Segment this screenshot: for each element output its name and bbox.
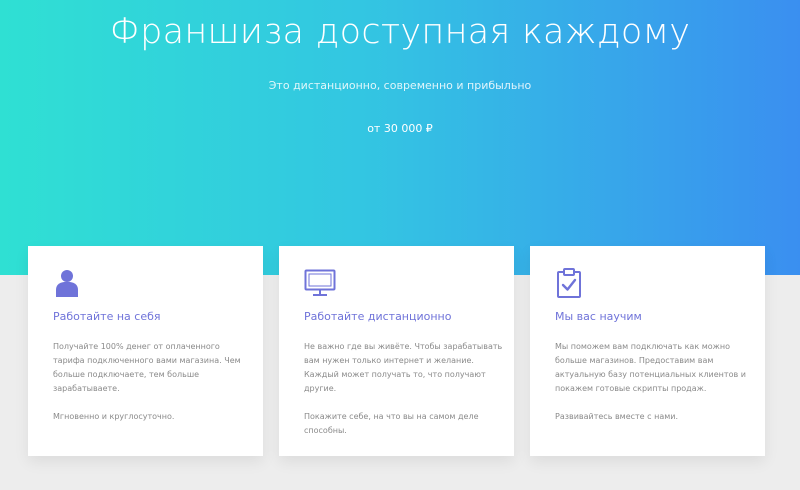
card-paragraph: Покажите себе, на что вы на самом деле с… xyxy=(304,412,479,435)
card-description: Получайте 100% денег от оплаченного тари… xyxy=(53,340,253,438)
monitor-icon xyxy=(304,268,336,298)
feature-card-self-employment: Работайте на себя Получайте 100% денег о… xyxy=(28,246,263,456)
card-title: Мы вас научим xyxy=(555,310,642,323)
card-paragraph: Развивайтесь вместе с нами. xyxy=(555,412,678,421)
clipboard-check-icon xyxy=(555,268,583,298)
card-paragraph: Мгновенно и круглосуточно. xyxy=(53,412,175,421)
hero-title: Франшиза доступная каждому xyxy=(109,12,691,52)
person-icon xyxy=(53,268,81,298)
feature-card-remote-work: Работайте дистанционно Не важно где вы ж… xyxy=(279,246,514,456)
card-description: Мы поможем вам подключать как можно боль… xyxy=(555,340,755,438)
feature-card-training: Мы вас научим Мы поможем вам подключать … xyxy=(530,246,765,456)
hero-price: от 30 000 ₽ xyxy=(367,122,433,135)
hero-section: Франшиза доступная каждому Это дистанцио… xyxy=(0,0,800,275)
hero-subtitle: Это дистанционно, современно и прибыльно xyxy=(268,79,532,92)
card-paragraph: Не важно где вы живёте. Чтобы зарабатыва… xyxy=(304,342,503,393)
card-paragraph: Получайте 100% денег от оплаченного тари… xyxy=(53,342,241,393)
card-title: Работайте дистанционно xyxy=(304,310,452,323)
card-paragraph: Мы поможем вам подключать как можно боль… xyxy=(555,342,746,393)
card-title: Работайте на себя xyxy=(53,310,161,323)
card-description: Не важно где вы живёте. Чтобы зарабатыва… xyxy=(304,340,504,452)
